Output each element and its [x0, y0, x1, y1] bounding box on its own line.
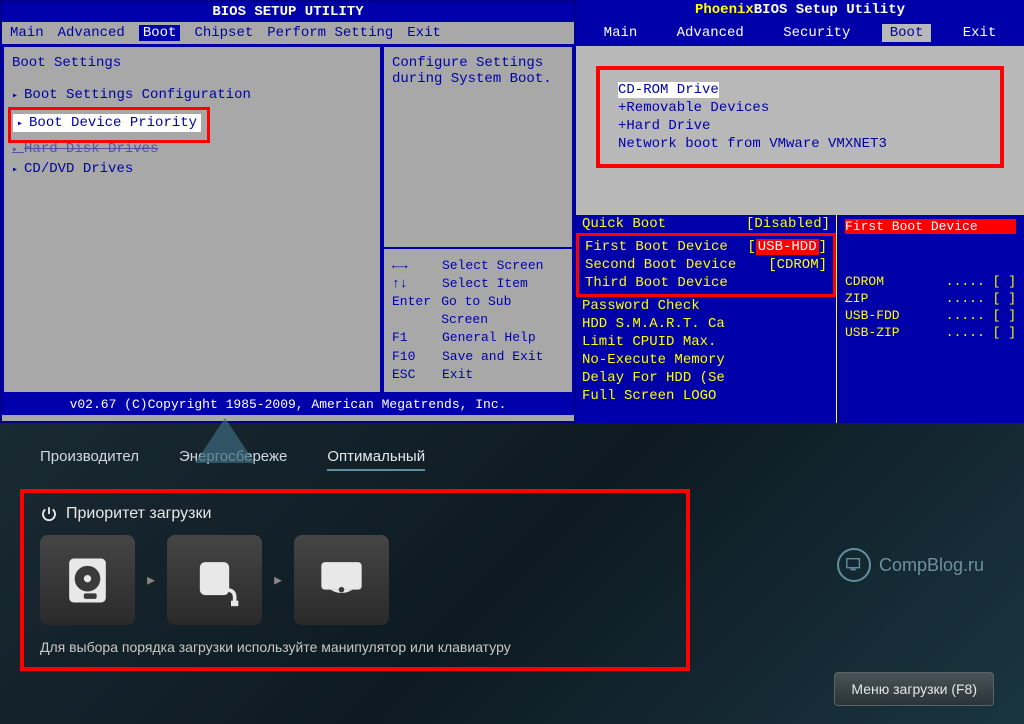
ami-item-cddvd-drives[interactable]: CD/DVD Drives: [12, 161, 372, 177]
award-row-quickboot[interactable]: Quick Boot [Disabled]: [576, 215, 836, 233]
phoenix-tab-boot[interactable]: Boot: [882, 24, 932, 42]
award-option-usbzip[interactable]: USB-ZIP..... [ ]: [845, 325, 1016, 340]
award-row-third-boot[interactable]: Third Boot Device: [579, 274, 833, 292]
phoenix-title: PhoenixBIOS Setup Utility: [576, 0, 1024, 20]
ami-section-title: Boot Settings: [12, 55, 372, 71]
award-row-second-boot[interactable]: Second Boot Device [CDROM]: [579, 256, 833, 274]
phoenix-boot-cdrom[interactable]: CD-ROM Drive: [618, 82, 719, 98]
ami-item-boot-device-priority[interactable]: Boot Device Priority: [13, 114, 201, 132]
phoenix-tab-exit[interactable]: Exit: [955, 24, 1005, 42]
award-option-usbfdd[interactable]: USB-FDD..... [ ]: [845, 308, 1016, 323]
efi-bios-window: Производител Энергосбереже Оптимальный П…: [0, 423, 1024, 724]
efi-device-list: ▸ ▸: [40, 535, 670, 625]
award-row-smart[interactable]: HDD S.M.A.R.T. Ca: [576, 315, 836, 333]
efi-hint-text: Для выбора порядка загрузки используйте …: [40, 639, 670, 655]
award-row-noexecute[interactable]: No-Execute Memory: [576, 351, 836, 369]
ami-item-boot-settings-config[interactable]: Boot Settings Configuration: [12, 87, 372, 103]
efi-device-cdrom[interactable]: [294, 535, 389, 625]
watermark-logo: CompBlog.ru: [837, 548, 984, 582]
phoenix-tab-main[interactable]: Main: [596, 24, 646, 42]
ami-right-panel: Configure Settings during System Boot. ←…: [382, 45, 574, 394]
computer-icon: [837, 548, 871, 582]
phoenix-tablist: Main Advanced Security Boot Exit: [576, 20, 1024, 46]
ami-left-panel: Boot Settings Boot Settings Configuratio…: [2, 45, 382, 394]
boot-menu-button[interactable]: Меню загрузки (F8): [834, 672, 994, 706]
ami-tab-exit[interactable]: Exit: [407, 25, 441, 41]
highlight-box: Boot Device Priority: [8, 107, 210, 143]
award-row-cpuid[interactable]: Limit CPUID Max.: [576, 333, 836, 351]
ami-tab-perform[interactable]: Perform Setting: [267, 25, 393, 41]
ami-tab-chipset[interactable]: Chipset: [194, 25, 253, 41]
award-row-delay[interactable]: Delay For HDD (Se: [576, 369, 836, 387]
phoenix-tab-security[interactable]: Security: [775, 24, 858, 42]
award-option-zip[interactable]: ZIP..... [ ]: [845, 291, 1016, 306]
phoenix-bios-window: PhoenixBIOS Setup Utility Main Advanced …: [576, 0, 1024, 215]
award-row-first-boot[interactable]: First Boot Device [USB-HDD]: [579, 238, 833, 256]
award-option-cdrom[interactable]: CDROM..... [ ]: [845, 274, 1016, 289]
ami-help-keys: ←→Select Screen ↑↓Select Item EnterGo to…: [384, 249, 572, 392]
ami-footer: v02.67 (C)Copyright 1985-2009, American …: [2, 394, 574, 415]
ami-tab-boot[interactable]: Boot: [139, 25, 181, 41]
decorative-triangle-icon: [195, 418, 255, 463]
hdd-icon: [60, 553, 115, 608]
ami-tablist: Main Advanced Boot Chipset Perform Setti…: [2, 22, 574, 44]
power-icon: [40, 505, 58, 523]
efi-tab-manufacturer[interactable]: Производител: [40, 448, 139, 471]
efi-device-hdd[interactable]: [40, 535, 135, 625]
award-row-password[interactable]: Password Check: [576, 297, 836, 315]
ami-title: BIOS SETUP UTILITY: [2, 2, 574, 22]
optical-drive-icon: [314, 553, 369, 608]
ami-bios-window: BIOS SETUP UTILITY Main Advanced Boot Ch…: [0, 0, 576, 423]
award-right-heading: First Boot Device: [845, 219, 1016, 234]
chevron-right-icon: ▸: [145, 567, 157, 593]
usb-drive-icon: [187, 553, 242, 608]
award-bios-window: Quick Boot [Disabled] First Boot Device …: [576, 215, 1024, 423]
phoenix-boot-network[interactable]: Network boot from VMware VMXNET3: [618, 136, 982, 152]
ami-tab-advanced[interactable]: Advanced: [58, 25, 125, 41]
highlight-box: First Boot Device [USB-HDD] Second Boot …: [576, 233, 836, 297]
phoenix-tab-advanced[interactable]: Advanced: [669, 24, 752, 42]
chevron-right-icon: ▸: [272, 567, 284, 593]
phoenix-boot-removable[interactable]: +Removable Devices: [618, 100, 982, 116]
ami-tab-main[interactable]: Main: [10, 25, 44, 41]
highlight-box: CD-ROM Drive +Removable Devices +Hard Dr…: [596, 66, 1004, 168]
efi-tab-optimal[interactable]: Оптимальный: [327, 448, 425, 471]
efi-device-usb[interactable]: [167, 535, 262, 625]
phoenix-boot-harddrive[interactable]: +Hard Drive: [618, 118, 982, 134]
highlight-box: Приоритет загрузки ▸ ▸: [20, 489, 690, 671]
ami-help-text: Configure Settings during System Boot.: [384, 47, 572, 249]
efi-priority-heading: Приоритет загрузки: [40, 505, 670, 523]
efi-tablist: Производител Энергосбереже Оптимальный: [0, 423, 1024, 481]
award-row-logo[interactable]: Full Screen LOGO: [576, 387, 836, 405]
award-right-panel: First Boot Device CDROM..... [ ] ZIP....…: [836, 215, 1024, 423]
ami-item-hdd-drives[interactable]: Hard Disk Drives: [12, 141, 372, 157]
